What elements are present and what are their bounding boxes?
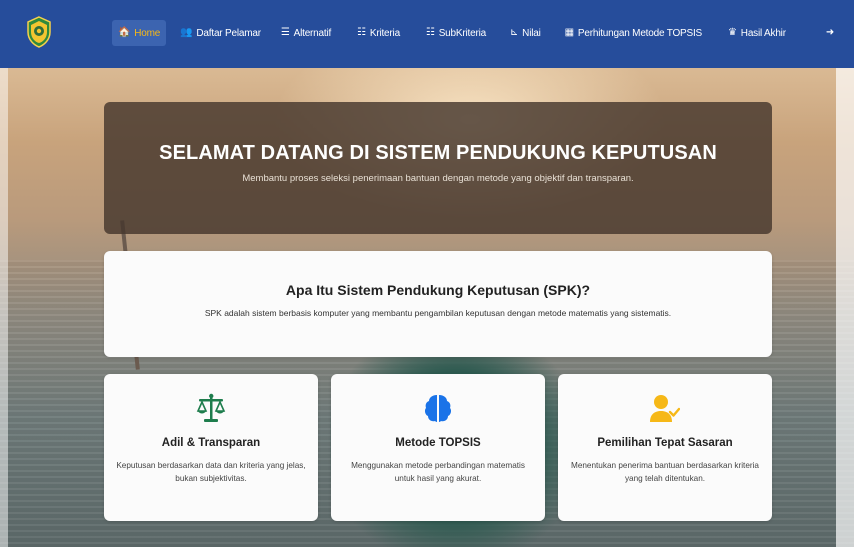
spk-info-box: Apa Itu Sistem Pendukung Keputusan (SPK)…	[104, 251, 772, 357]
nav-home[interactable]: 🏠 Home	[112, 20, 167, 46]
home-icon: 🏠	[118, 27, 131, 38]
nav-alternatif[interactable]: ☰ Alternatif	[275, 20, 337, 46]
nav-nilai[interactable]: ⊾ Nilai	[504, 20, 547, 46]
left-edge	[0, 68, 8, 547]
card-text: Menentukan penerima bantuan berdasarkan …	[571, 461, 759, 483]
award-icon: ♛	[728, 27, 737, 38]
nav-subkriteria-label: SubKriteria	[438, 27, 486, 39]
calculator-icon: ▦	[564, 27, 574, 38]
nav-kriteria[interactable]: ☷ Kriteria	[351, 20, 406, 46]
nav-menu: 🏠 Home 👥 Daftar Pelamar ☰ Alternatif ☷ K…	[112, 20, 840, 46]
card-text: Keputusan berdasarkan data dan kriteria …	[116, 461, 306, 483]
chart-icon: ⊾	[509, 27, 519, 38]
hero-title: SELAMAT DATANG DI SISTEM PENDUKUNG KEPUT…	[159, 142, 717, 164]
nav-nilai-label: Nilai	[522, 27, 541, 39]
card-title: Metode TOPSIS	[395, 437, 481, 449]
nav-home-label: Home	[134, 27, 161, 39]
card-title: Adil & Transparan	[161, 437, 261, 449]
brain-icon	[424, 395, 452, 422]
right-edge	[836, 68, 854, 547]
top-navbar: 🏠 Home 👥 Daftar Pelamar ☰ Alternatif ☷ K…	[0, 0, 854, 68]
feature-card-adil: Adil & Transparan Keputusan berdasarkan …	[104, 374, 318, 521]
info-text: SPK adalah sistem berbasis komputer yang…	[204, 308, 672, 318]
nav-hasil-akhir-label: Hasil Akhir	[740, 27, 786, 39]
list-ordered-icon: ☷	[357, 27, 366, 38]
nav-subkriteria[interactable]: ☷ SubKriteria	[420, 20, 492, 46]
logout-button[interactable]: ➜	[820, 20, 840, 46]
users-icon: 👥	[180, 27, 193, 38]
nav-alternatif-label: Alternatif	[293, 27, 332, 39]
scale-icon	[196, 393, 226, 422]
nav-kriteria-label: Kriteria	[369, 27, 400, 39]
info-title: Apa Itu Sistem Pendukung Keputusan (SPK)…	[285, 282, 591, 298]
nav-daftar-pelamar[interactable]: 👥 Daftar Pelamar	[174, 20, 267, 46]
hero-subtitle: Membantu proses seleksi penerimaan bantu…	[242, 173, 634, 184]
card-title: Pemilihan Tepat Sasaran	[597, 437, 733, 449]
list-check-icon: ☷	[425, 27, 435, 38]
feature-card-tepat-sasaran: Pemilihan Tepat Sasaran Menentukan pener…	[558, 374, 772, 521]
user-check-icon	[650, 395, 680, 422]
nav-daftar-pelamar-label: Daftar Pelamar	[196, 27, 261, 39]
logout-icon: ➜	[825, 27, 835, 38]
nav-hasil-akhir[interactable]: ♛ Hasil Akhir	[722, 20, 792, 46]
card-text: Menggunakan metode perbandingan matemati…	[351, 461, 525, 483]
list-icon: ☰	[280, 27, 290, 38]
logo-icon[interactable]	[26, 16, 52, 48]
nav-perhitungan-label: Perhitungan Metode TOPSIS	[577, 27, 703, 39]
nav-perhitungan-topsis[interactable]: ▦ Perhitungan Metode TOPSIS	[559, 20, 708, 46]
welcome-hero: SELAMAT DATANG DI SISTEM PENDUKUNG KEPUT…	[104, 102, 772, 234]
feature-card-topsis: Metode TOPSIS Menggunakan metode perband…	[331, 374, 545, 521]
